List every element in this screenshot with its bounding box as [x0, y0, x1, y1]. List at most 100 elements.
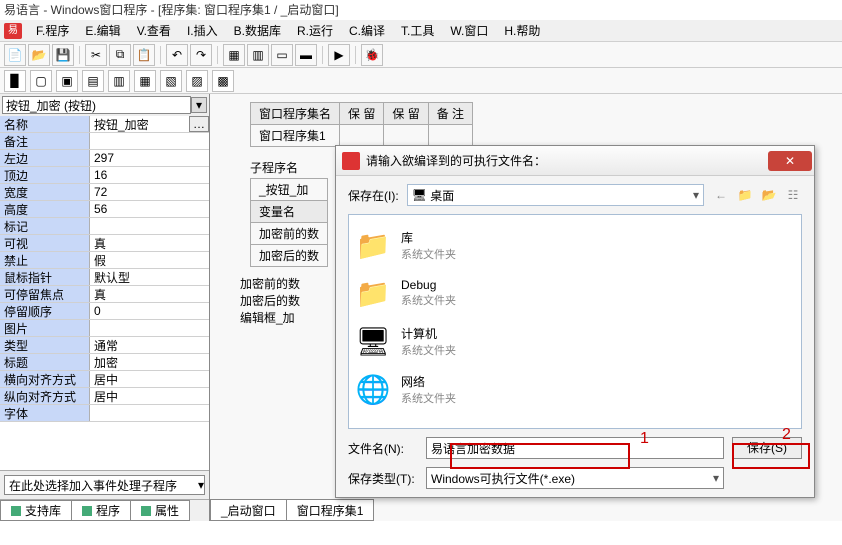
prop-value[interactable]: 通常: [90, 337, 209, 353]
prop-value[interactable]: 56: [90, 201, 209, 217]
filetype-combo[interactable]: Windows可执行文件(*.exe) ▾: [426, 467, 724, 489]
object-selector[interactable]: 按钮_加密 (按钮): [2, 96, 191, 114]
prop-name: 鼠标指针: [0, 269, 90, 285]
comp-icon[interactable]: ▧: [160, 70, 182, 92]
sep: [322, 46, 323, 64]
dropdown-icon[interactable]: ▾: [198, 478, 204, 492]
menu-insert[interactable]: I.插入: [179, 20, 226, 42]
menu-edit[interactable]: E.编辑: [77, 20, 128, 42]
cell[interactable]: 加密后的数: [251, 245, 328, 267]
code-icon: [82, 506, 92, 516]
prop-value[interactable]: 默认型: [90, 269, 209, 285]
folder-item[interactable]: 📁库系统文件夹: [355, 221, 795, 269]
redo-icon[interactable]: ↷: [190, 44, 212, 66]
align1-icon[interactable]: ▦: [223, 44, 245, 66]
filename-label: 文件名(N):: [348, 440, 418, 457]
new-icon[interactable]: 📄: [4, 44, 26, 66]
prop-value[interactable]: 真: [90, 286, 209, 302]
prop-value[interactable]: 16: [90, 167, 209, 183]
cut-icon[interactable]: ✂: [85, 44, 107, 66]
app-icon: [342, 152, 360, 170]
left-tabs: 支持库 程序 属性: [0, 499, 209, 521]
menu-window[interactable]: W.窗口: [442, 20, 496, 42]
prop-value[interactable]: 72: [90, 184, 209, 200]
debug-icon[interactable]: 🐞: [361, 44, 383, 66]
back-icon[interactable]: ←: [712, 186, 730, 204]
menu-run[interactable]: R.运行: [289, 20, 341, 42]
cell[interactable]: 窗口程序集1: [251, 125, 340, 147]
menu-view[interactable]: V.查看: [129, 20, 179, 42]
comp-icon[interactable]: ▣: [56, 70, 78, 92]
tab-prop[interactable]: 属性: [130, 500, 190, 521]
folder-list[interactable]: 📁库系统文件夹📁Debug系统文件夹🖥计算机系统文件夹🌐网络系统文件夹: [348, 214, 802, 429]
comp-icon[interactable]: ▉: [4, 70, 26, 92]
tab-startwin[interactable]: _启动窗口: [210, 499, 287, 521]
tab-support[interactable]: 支持库: [0, 500, 72, 521]
col-note: 备 注: [428, 103, 472, 125]
prop-value[interactable]: [90, 405, 209, 421]
tab-progset[interactable]: 窗口程序集1: [286, 499, 375, 521]
folder-item[interactable]: 🌐网络系统文件夹: [355, 365, 795, 413]
align4-icon[interactable]: ▬: [295, 44, 317, 66]
menu-help[interactable]: H.帮助: [496, 20, 548, 42]
undo-icon[interactable]: ↶: [166, 44, 188, 66]
comp-icon[interactable]: ▨: [186, 70, 208, 92]
sep: [217, 46, 218, 64]
comp-icon[interactable]: ▢: [30, 70, 52, 92]
copy-icon[interactable]: ⧉: [109, 44, 131, 66]
comp-icon[interactable]: ▤: [82, 70, 104, 92]
cell[interactable]: _按钮_加: [251, 179, 328, 201]
folder-icon: 📁: [355, 275, 391, 311]
folder-item[interactable]: 📁Debug系统文件夹: [355, 269, 795, 317]
folder-icon: 🌐: [355, 371, 391, 407]
run-icon[interactable]: ▶: [328, 44, 350, 66]
prop-value[interactable]: 居中: [90, 371, 209, 387]
prop-value[interactable]: 0: [90, 303, 209, 319]
comp-icon[interactable]: ▩: [212, 70, 234, 92]
open-icon[interactable]: 📂: [28, 44, 50, 66]
event-placeholder: 在此处选择加入事件处理子程序: [9, 477, 177, 494]
save-icon[interactable]: 💾: [52, 44, 74, 66]
comp-icon[interactable]: ▥: [108, 70, 130, 92]
prop-name: 可视: [0, 235, 90, 251]
folder-item[interactable]: 🖥计算机系统文件夹: [355, 317, 795, 365]
prop-value[interactable]: 按钮_加密: [90, 116, 189, 132]
align3-icon[interactable]: ▭: [271, 44, 293, 66]
book-icon: [11, 506, 21, 516]
sub-table: _按钮_加 变量名 加密前的数 加密后的数: [250, 178, 328, 267]
cell[interactable]: 加密前的数: [251, 223, 328, 245]
menu-bar: 易 F.程序 E.编辑 V.查看 I.插入 B.数据库 R.运行 C.编译 T.…: [0, 20, 842, 42]
annotation-box-1: [450, 443, 630, 469]
window-title: 易语言 - Windows窗口程序 - [程序集: 窗口程序集1 / _启动窗口…: [0, 0, 842, 20]
prop-value[interactable]: [90, 320, 209, 336]
dialog-title: 请输入欲编译到的可执行文件名：: [366, 152, 546, 169]
prop-name: 类型: [0, 337, 90, 353]
ellipsis-button[interactable]: …: [189, 116, 209, 132]
paste-icon[interactable]: 📋: [133, 44, 155, 66]
view-icon[interactable]: ☷: [784, 186, 802, 204]
prop-name: 横向对齐方式: [0, 371, 90, 387]
filetype-label: 保存类型(T):: [348, 470, 418, 487]
prop-value[interactable]: 297: [90, 150, 209, 166]
prop-value[interactable]: 真: [90, 235, 209, 251]
newfolder-icon[interactable]: 📂: [760, 186, 778, 204]
prop-value[interactable]: 加密: [90, 354, 209, 370]
prop-value[interactable]: 假: [90, 252, 209, 268]
dropdown-icon[interactable]: ▾: [191, 97, 207, 113]
menu-compile[interactable]: C.编译: [341, 20, 393, 42]
menu-tools[interactable]: T.工具: [393, 20, 442, 42]
align2-icon[interactable]: ▥: [247, 44, 269, 66]
save-location-combo[interactable]: 🖥 桌面 ▾: [407, 184, 704, 206]
prop-value[interactable]: [90, 218, 209, 234]
event-selector[interactable]: 在此处选择加入事件处理子程序 ▾: [4, 475, 205, 495]
menu-db[interactable]: B.数据库: [226, 20, 289, 42]
comp-icon[interactable]: ▦: [134, 70, 156, 92]
tab-program[interactable]: 程序: [71, 500, 131, 521]
menu-program[interactable]: F.程序: [28, 20, 77, 42]
close-button[interactable]: ✕: [768, 151, 812, 171]
toolbar: 📄 📂 💾 ✂ ⧉ 📋 ↶ ↷ ▦ ▥ ▭ ▬ ▶ 🐞: [0, 42, 842, 68]
prop-value[interactable]: [90, 133, 209, 149]
prop-value[interactable]: 居中: [90, 388, 209, 404]
prop-name: 标记: [0, 218, 90, 234]
up-icon[interactable]: 📁: [736, 186, 754, 204]
